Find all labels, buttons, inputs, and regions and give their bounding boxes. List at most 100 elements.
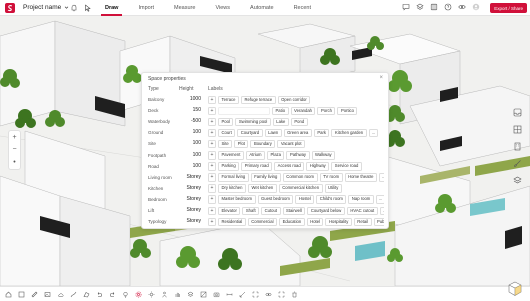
label-chip[interactable]: Terrace bbox=[218, 95, 239, 104]
label-chip[interactable]: Vacant plot bbox=[277, 139, 306, 149]
fullscreen-icon[interactable] bbox=[278, 291, 285, 298]
label-chip[interactable]: Elevator bbox=[218, 206, 241, 215]
label-chip[interactable]: Primary road bbox=[241, 162, 273, 171]
cursor-select-icon[interactable] bbox=[84, 4, 92, 12]
zoom-fit-button[interactable]: • bbox=[13, 159, 15, 166]
redo-icon[interactable] bbox=[109, 291, 116, 298]
label-chip[interactable]: Court bbox=[218, 128, 236, 138]
label-chip[interactable]: Courtyard bbox=[237, 128, 263, 138]
label-chip[interactable]: Pathway bbox=[286, 151, 310, 160]
label-chip[interactable]: Boundary bbox=[250, 139, 276, 149]
label-chip[interactable]: Service road bbox=[331, 162, 362, 171]
home-icon[interactable] bbox=[5, 291, 12, 298]
orbit-icon[interactable] bbox=[265, 291, 272, 298]
label-chip[interactable]: Master bedroom bbox=[218, 195, 256, 204]
tab-measure[interactable]: Measure bbox=[164, 0, 205, 16]
label-chip[interactable]: TV room bbox=[319, 173, 343, 182]
tab-views[interactable]: Views bbox=[205, 0, 240, 16]
more-labels-button[interactable]: ... bbox=[375, 195, 384, 204]
label-chip[interactable]: Patio bbox=[272, 106, 289, 116]
help-icon[interactable] bbox=[444, 3, 452, 11]
add-label-button[interactable]: + bbox=[208, 128, 216, 138]
label-chip[interactable]: Public bbox=[373, 217, 384, 227]
draw-icon[interactable] bbox=[70, 291, 77, 298]
add-label-button[interactable]: + bbox=[208, 162, 216, 171]
label-chip[interactable]: Dry kitchen bbox=[218, 184, 246, 193]
label-chip[interactable]: Commercial kitchen bbox=[278, 184, 323, 193]
image-icon[interactable] bbox=[44, 291, 51, 298]
preview-eye-icon[interactable] bbox=[458, 3, 466, 11]
ruler-icon[interactable] bbox=[31, 291, 38, 298]
panel-close-button[interactable]: × bbox=[379, 75, 383, 81]
add-label-button[interactable]: + bbox=[208, 95, 216, 104]
add-label-button[interactable]: + bbox=[208, 184, 216, 193]
label-chip[interactable]: Park bbox=[313, 128, 330, 138]
label-chip[interactable]: Nap room bbox=[348, 195, 374, 204]
cloud-icon[interactable] bbox=[57, 291, 64, 298]
label-chip[interactable]: Hostel bbox=[295, 195, 315, 204]
label-chip[interactable]: Highway bbox=[306, 162, 330, 171]
space-height-field[interactable]: 100 bbox=[181, 140, 201, 148]
label-chip[interactable]: Stairwell bbox=[282, 206, 306, 215]
comments-icon[interactable] bbox=[402, 3, 410, 11]
notification-bell-icon[interactable] bbox=[70, 4, 78, 12]
zoom-in-button[interactable]: + bbox=[12, 134, 16, 141]
label-chip[interactable]: Pavement bbox=[218, 151, 244, 160]
more-labels-button[interactable]: ... bbox=[368, 128, 379, 138]
bulb-icon[interactable] bbox=[122, 291, 129, 298]
label-chip[interactable]: Refuge terrace bbox=[240, 95, 276, 104]
label-chip[interactable]: Plaza bbox=[266, 151, 285, 160]
project-name-dropdown[interactable]: Project name bbox=[23, 4, 69, 11]
label-chip[interactable]: Cutout bbox=[261, 206, 281, 215]
inbox-icon[interactable] bbox=[513, 108, 522, 117]
add-label-button[interactable]: + bbox=[208, 195, 216, 204]
label-chip[interactable]: Home theatre bbox=[344, 173, 377, 182]
brush-icon[interactable] bbox=[513, 159, 522, 168]
space-height-field[interactable]: 150 bbox=[181, 107, 201, 115]
library-icon[interactable] bbox=[430, 3, 438, 11]
add-label-button[interactable]: + bbox=[208, 206, 216, 215]
user-avatar-icon[interactable] bbox=[472, 3, 480, 11]
tab-recent[interactable]: Recent bbox=[284, 0, 321, 16]
add-label-button[interactable]: + bbox=[208, 217, 216, 227]
stack-layers-icon[interactable] bbox=[512, 176, 522, 185]
label-chip[interactable]: Verandah bbox=[290, 106, 316, 116]
label-chip[interactable]: Kitchen garden bbox=[331, 128, 367, 138]
label-chip[interactable]: Utility bbox=[324, 184, 342, 193]
more-labels-button[interactable]: ... bbox=[378, 173, 384, 182]
label-chip[interactable]: Porch bbox=[317, 106, 336, 116]
label-chip[interactable]: Hospitality bbox=[325, 217, 352, 227]
undo-icon[interactable] bbox=[96, 291, 103, 298]
label-chip[interactable]: Swimming pool bbox=[235, 117, 271, 127]
grid-icon[interactable] bbox=[513, 125, 522, 134]
settings-gear-icon[interactable] bbox=[135, 291, 142, 298]
layers-toggle-icon[interactable] bbox=[187, 291, 194, 298]
label-chip[interactable]: HVAC cutout bbox=[346, 206, 378, 215]
space-height-field[interactable]: Storey bbox=[181, 218, 201, 226]
measure-icon[interactable] bbox=[226, 291, 233, 298]
label-chip[interactable]: Plot bbox=[234, 139, 249, 149]
area-icon[interactable] bbox=[83, 291, 90, 298]
space-height-field[interactable]: 1000 bbox=[181, 96, 201, 104]
add-label-button[interactable]: + bbox=[208, 139, 216, 149]
label-chip[interactable]: Open corridor bbox=[277, 95, 311, 104]
dimension-icon[interactable] bbox=[239, 291, 246, 298]
space-height-field[interactable]: Storey bbox=[181, 185, 201, 193]
label-chip[interactable]: Pool bbox=[218, 117, 234, 127]
label-chip[interactable]: Residential bbox=[218, 217, 246, 227]
layers-icon[interactable] bbox=[416, 3, 424, 11]
add-label-button[interactable]: + bbox=[208, 106, 216, 116]
label-chip[interactable]: Green area bbox=[283, 128, 312, 138]
space-height-field[interactable]: Storey bbox=[181, 196, 201, 204]
app-logo-icon[interactable] bbox=[5, 2, 15, 13]
label-chip[interactable]: Portico bbox=[337, 106, 358, 116]
label-chip[interactable]: Lake bbox=[272, 117, 289, 127]
label-chip[interactable]: Commercial bbox=[247, 217, 278, 227]
building-icon[interactable] bbox=[513, 142, 522, 151]
section-icon[interactable] bbox=[200, 291, 207, 298]
space-height-field[interactable]: 100 bbox=[181, 163, 201, 171]
camera-icon[interactable] bbox=[213, 291, 220, 298]
label-chip[interactable]: Shaft bbox=[242, 206, 260, 215]
label-chip[interactable]: Retail bbox=[353, 217, 372, 227]
zoom-out-button[interactable]: − bbox=[12, 146, 16, 153]
